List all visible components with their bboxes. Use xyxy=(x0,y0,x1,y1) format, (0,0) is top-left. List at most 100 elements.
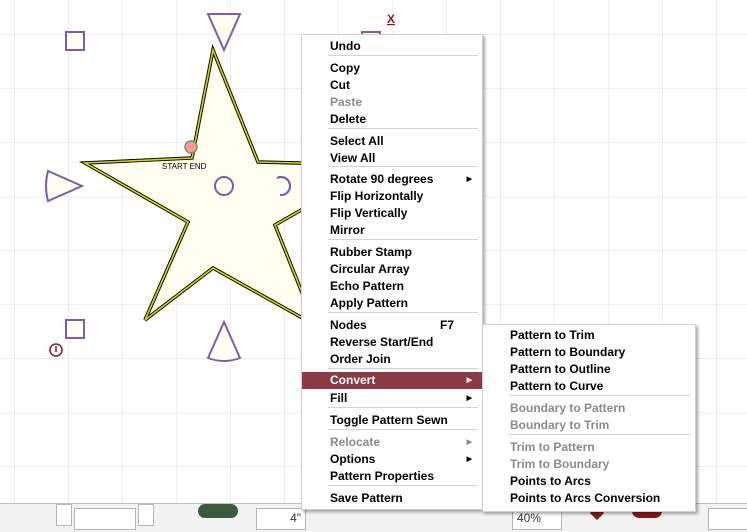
menu-item-label: Delete xyxy=(330,112,367,126)
menu-separator xyxy=(328,55,478,56)
menu-item-mirror[interactable]: Mirror xyxy=(302,222,482,239)
menu-item-select-all[interactable]: Select All xyxy=(302,133,482,150)
menu-item-cut[interactable]: Cut xyxy=(302,77,482,94)
value-field-1[interactable] xyxy=(74,508,136,530)
menu-item-delete[interactable]: Delete xyxy=(302,111,482,128)
value-field-right[interactable] xyxy=(708,508,747,530)
menu-item-view-all[interactable]: View All xyxy=(302,150,482,167)
menu-item-save-pattern[interactable]: Save Pattern xyxy=(302,490,482,507)
menu-item-apply-pattern[interactable]: Apply Pattern xyxy=(302,295,482,312)
menu-item-label: Undo xyxy=(330,39,361,53)
menu-item-order-join[interactable]: Order Join xyxy=(302,351,482,368)
menu-item-label: Pattern to Curve xyxy=(510,379,604,393)
close-icon: X xyxy=(387,12,395,26)
menu-item-label: Circular Array xyxy=(330,262,410,276)
menu-item-label: Mirror xyxy=(330,223,365,237)
menu-item-label: Paste xyxy=(330,95,363,109)
size-field[interactable]: 4" xyxy=(256,508,306,530)
menu-item-options[interactable]: Options ▶ xyxy=(302,451,482,468)
menu-item-trim-to-boundary: Trim to Boundary xyxy=(483,456,695,473)
zoom-value: 40% xyxy=(517,511,542,525)
menu-separator xyxy=(328,239,478,240)
context-menu: Undo Copy Cut Paste Delete Select All View All… xyxy=(301,34,483,510)
menu-item-label: Pattern to Trim xyxy=(510,328,595,342)
menu-item-label: Boundary to Pattern xyxy=(510,401,626,415)
menu-item-points-to-arcs[interactable]: Points to Arcs xyxy=(483,473,695,490)
menu-item-reverse-start-end[interactable]: Reverse Start/End xyxy=(302,334,482,351)
size-value: 4" xyxy=(290,511,301,525)
menu-item-label: Trim to Boundary xyxy=(510,457,610,471)
menu-item-label: Copy xyxy=(330,61,360,75)
menu-item-label: View All xyxy=(330,151,376,165)
menu-item-label: Select All xyxy=(330,134,384,148)
menu-item-toggle-pattern-sewn[interactable]: Toggle Pattern Sewn xyxy=(302,412,482,429)
menu-item-flip-vertically[interactable]: Flip Vertically xyxy=(302,205,482,222)
menu-item-pattern-to-trim[interactable]: Pattern to Trim xyxy=(483,327,695,344)
menu-item-label: Options xyxy=(330,452,376,466)
menu-item-pattern-to-curve[interactable]: Pattern to Curve xyxy=(483,378,695,395)
menu-item-relocate: Relocate ▶ xyxy=(302,434,482,451)
menu-separator xyxy=(328,485,478,486)
menu-item-pattern-properties[interactable]: Pattern Properties xyxy=(302,468,482,485)
resize-handle-top-left[interactable] xyxy=(65,31,85,51)
submenu-arrow-icon: ▶ xyxy=(466,439,472,446)
menu-item-label: Trim to Pattern xyxy=(510,440,595,454)
menu-item-label: Points to Arcs Conversion xyxy=(510,491,661,505)
menu-item-boundary-to-trim: Boundary to Trim xyxy=(483,417,695,434)
menu-item-trim-to-pattern: Trim to Pattern xyxy=(483,439,695,456)
menu-item-label: Fill xyxy=(330,391,348,405)
menu-item-label: Pattern Properties xyxy=(330,469,435,483)
menu-item-label: Apply Pattern xyxy=(330,296,409,310)
menu-item-label: Cut xyxy=(330,78,350,92)
submenu-arrow-icon: ▶ xyxy=(466,456,472,463)
resize-handle-bottom-left[interactable] xyxy=(65,319,85,339)
menu-separator xyxy=(328,128,478,129)
spin-box-1[interactable] xyxy=(56,504,72,526)
menu-item-nodes[interactable]: Nodes F7 xyxy=(302,317,482,334)
shortcut-label: F7 xyxy=(439,318,454,332)
convert-submenu: Pattern to Trim Pattern to Boundary Patter… xyxy=(482,324,696,512)
menu-item-label: Echo Pattern xyxy=(330,279,405,293)
menu-separator xyxy=(509,395,691,396)
menu-item-label: Nodes xyxy=(330,318,367,332)
menu-item-label: Order Join xyxy=(330,352,391,366)
menu-item-label: Boundary to Trim xyxy=(510,418,610,432)
menu-item-label: Save Pattern xyxy=(330,491,403,505)
menu-item-label: Reverse Start/End xyxy=(330,335,434,349)
spin-box-2[interactable] xyxy=(138,504,154,526)
menu-separator xyxy=(328,429,478,430)
menu-item-circular-array[interactable]: Circular Array xyxy=(302,261,482,278)
menu-separator xyxy=(328,368,478,369)
menu-separator xyxy=(328,312,478,313)
menu-item-label: Pattern to Outline xyxy=(510,362,611,376)
start-end-label: START END xyxy=(162,162,207,171)
toggle-icon[interactable] xyxy=(198,504,238,518)
menu-item-label: Points to Arcs xyxy=(510,474,591,488)
menu-item-rotate-90-degrees[interactable]: Rotate 90 degrees ▶ xyxy=(302,171,482,188)
center-handle[interactable] xyxy=(214,176,234,196)
submenu-arrow-icon: ▶ xyxy=(466,395,472,402)
menu-separator xyxy=(509,434,691,435)
submenu-arrow-icon: ▶ xyxy=(466,377,472,384)
menu-item-echo-pattern[interactable]: Echo Pattern xyxy=(302,278,482,295)
menu-item-label: Flip Vertically xyxy=(330,206,408,220)
menu-item-undo[interactable]: Undo xyxy=(302,38,482,55)
menu-item-pattern-to-boundary[interactable]: Pattern to Boundary xyxy=(483,344,695,361)
menu-item-label: Relocate xyxy=(330,435,381,449)
menu-item-label: Convert xyxy=(330,373,376,387)
menu-item-label: Toggle Pattern Sewn xyxy=(330,413,448,427)
menu-item-paste: Paste xyxy=(302,94,482,111)
menu-item-label: Rubber Stamp xyxy=(330,245,413,259)
menu-separator xyxy=(328,407,478,408)
menu-item-label: Rotate 90 degrees xyxy=(330,172,434,186)
menu-item-fill[interactable]: Fill ▶ xyxy=(302,390,482,407)
menu-item-copy[interactable]: Copy xyxy=(302,60,482,77)
menu-item-points-to-arcs-conversion[interactable]: Points to Arcs Conversion xyxy=(483,490,695,507)
start-end-marker[interactable] xyxy=(184,140,198,154)
menu-item-pattern-to-outline[interactable]: Pattern to Outline xyxy=(483,361,695,378)
menu-item-convert[interactable]: Convert ▶ xyxy=(302,372,482,389)
menu-item-rubber-stamp[interactable]: Rubber Stamp xyxy=(302,244,482,261)
menu-item-boundary-to-pattern: Boundary to Pattern xyxy=(483,400,695,417)
menu-item-flip-horizontally[interactable]: Flip Horizontally xyxy=(302,188,482,205)
menu-item-label: Flip Horizontally xyxy=(330,189,424,203)
